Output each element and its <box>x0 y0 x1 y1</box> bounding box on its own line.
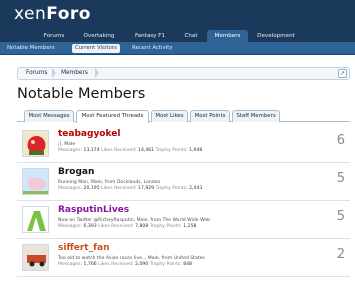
tab-most-featured-threads[interactable]: Most Featured Threads <box>76 110 149 123</box>
featured-thread-count: 2 <box>336 247 345 262</box>
member-info: Running Man, Male, from Docklands, Londo… <box>58 180 161 185</box>
nav-tab-forums[interactable]: Forums <box>36 30 72 42</box>
site-logo[interactable]: xenForo <box>14 4 91 24</box>
member-stats: Messages: 20,195 Likes Received: 17,929 … <box>58 186 203 191</box>
nav-tab-fantasy-f1[interactable]: Fantasy F1 <box>126 30 174 42</box>
avatar[interactable] <box>22 168 49 195</box>
member-row: siffert_fan Too old to watch the Asian r… <box>17 239 350 277</box>
member-row: teabagyokel ;), Male Messages: 13,174 Li… <box>17 125 350 163</box>
breadcrumb-separator <box>95 68 99 78</box>
avatar[interactable] <box>22 206 49 233</box>
avatar[interactable] <box>22 130 49 157</box>
tab-staff-members[interactable]: Staff Members <box>232 110 280 122</box>
breadcrumb-forums[interactable]: Forums <box>26 68 47 79</box>
member-stats: Messages: 13,174 Likes Received: 14,461 … <box>58 148 203 153</box>
featured-thread-count: 6 <box>336 133 345 148</box>
featured-thread-count: 5 <box>336 171 345 186</box>
avatar[interactable] <box>22 244 49 271</box>
member-stats: Messages: 6,393 Likes Received: 7,808 Tr… <box>58 224 197 229</box>
tab-most-likes[interactable]: Most Likes <box>151 110 188 122</box>
nav-tab-chat[interactable]: Chat <box>178 30 204 42</box>
featured-thread-count: 5 <box>336 209 345 224</box>
subnav-current-visitors[interactable]: Current Visitors <box>72 44 120 53</box>
tab-most-points[interactable]: Most Points <box>190 110 230 122</box>
breadcrumb: Forums Members ↗ <box>17 67 350 80</box>
nav-tab-development[interactable]: Development <box>250 30 302 42</box>
member-name[interactable]: Brogan <box>58 167 94 177</box>
main-nav: Forums Overtaking Fantasy F1 Chat Member… <box>0 28 355 42</box>
member-row: RasputinLives Now on Twitter @RicheyRasp… <box>17 201 350 239</box>
member-info: ;), Male <box>58 142 76 147</box>
member-name[interactable]: teabagyokel <box>58 129 120 139</box>
site-header: xenForo <box>0 0 355 28</box>
member-info: Now on Twitter @RicheyRasputin, Male, fr… <box>58 218 211 223</box>
jump-to-icon[interactable]: ↗ <box>338 69 347 78</box>
subnav-notable-members[interactable]: Notable Members <box>4 44 58 53</box>
breadcrumb-members[interactable]: Members <box>61 68 88 79</box>
page-title: Notable Members <box>17 86 146 102</box>
subnav-recent-activity[interactable]: Recent Activity <box>129 44 176 53</box>
member-name[interactable]: siffert_fan <box>58 243 109 253</box>
breadcrumb-separator <box>52 68 56 78</box>
member-stats: Messages: 1,766 Likes Received: 2,090 Tr… <box>58 262 193 267</box>
member-name[interactable]: RasputinLives <box>58 205 129 215</box>
nav-tab-members[interactable]: Members <box>207 30 248 42</box>
member-info: Too old to watch the Asian races live..,… <box>58 256 205 261</box>
member-row: Brogan Running Man, Male, from Docklands… <box>17 163 350 201</box>
sub-nav: Notable Members Current Visitors Recent … <box>0 42 355 55</box>
nav-tab-overtaking[interactable]: Overtaking <box>75 30 123 42</box>
tab-most-messages[interactable]: Most Messages <box>24 110 74 122</box>
member-list-tabs: Most Messages Most Featured Threads Most… <box>17 110 350 123</box>
